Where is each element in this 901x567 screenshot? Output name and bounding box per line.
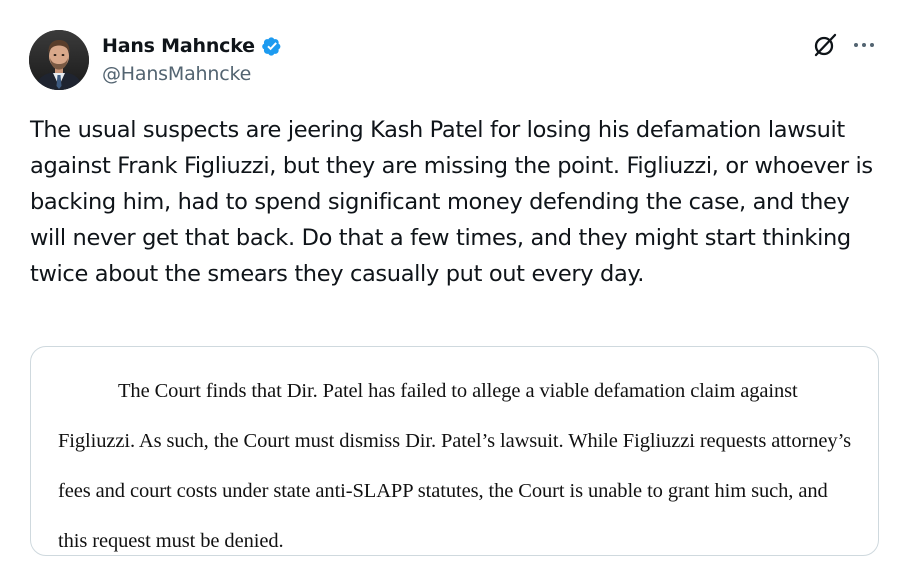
verified-badge-icon: [260, 34, 284, 58]
tweet: Hans Mahncke @HansMahncke The usual susp…: [0, 0, 901, 567]
author-name[interactable]: Hans Mahncke: [102, 35, 255, 57]
attached-document-image[interactable]: The Court finds that Dir. Patel has fail…: [30, 346, 879, 556]
author-handle[interactable]: @HansMahncke: [102, 63, 251, 85]
grok-icon[interactable]: [812, 32, 838, 58]
avatar[interactable]: [29, 30, 89, 90]
tweet-text: The usual suspects are jeering Kash Pate…: [30, 117, 873, 287]
court-document-excerpt: The Court finds that Dir. Patel has fail…: [58, 380, 852, 552]
author-name-row: Hans Mahncke: [102, 33, 284, 59]
avatar-photo: [29, 30, 89, 90]
more-dots-icon[interactable]: [851, 34, 879, 56]
